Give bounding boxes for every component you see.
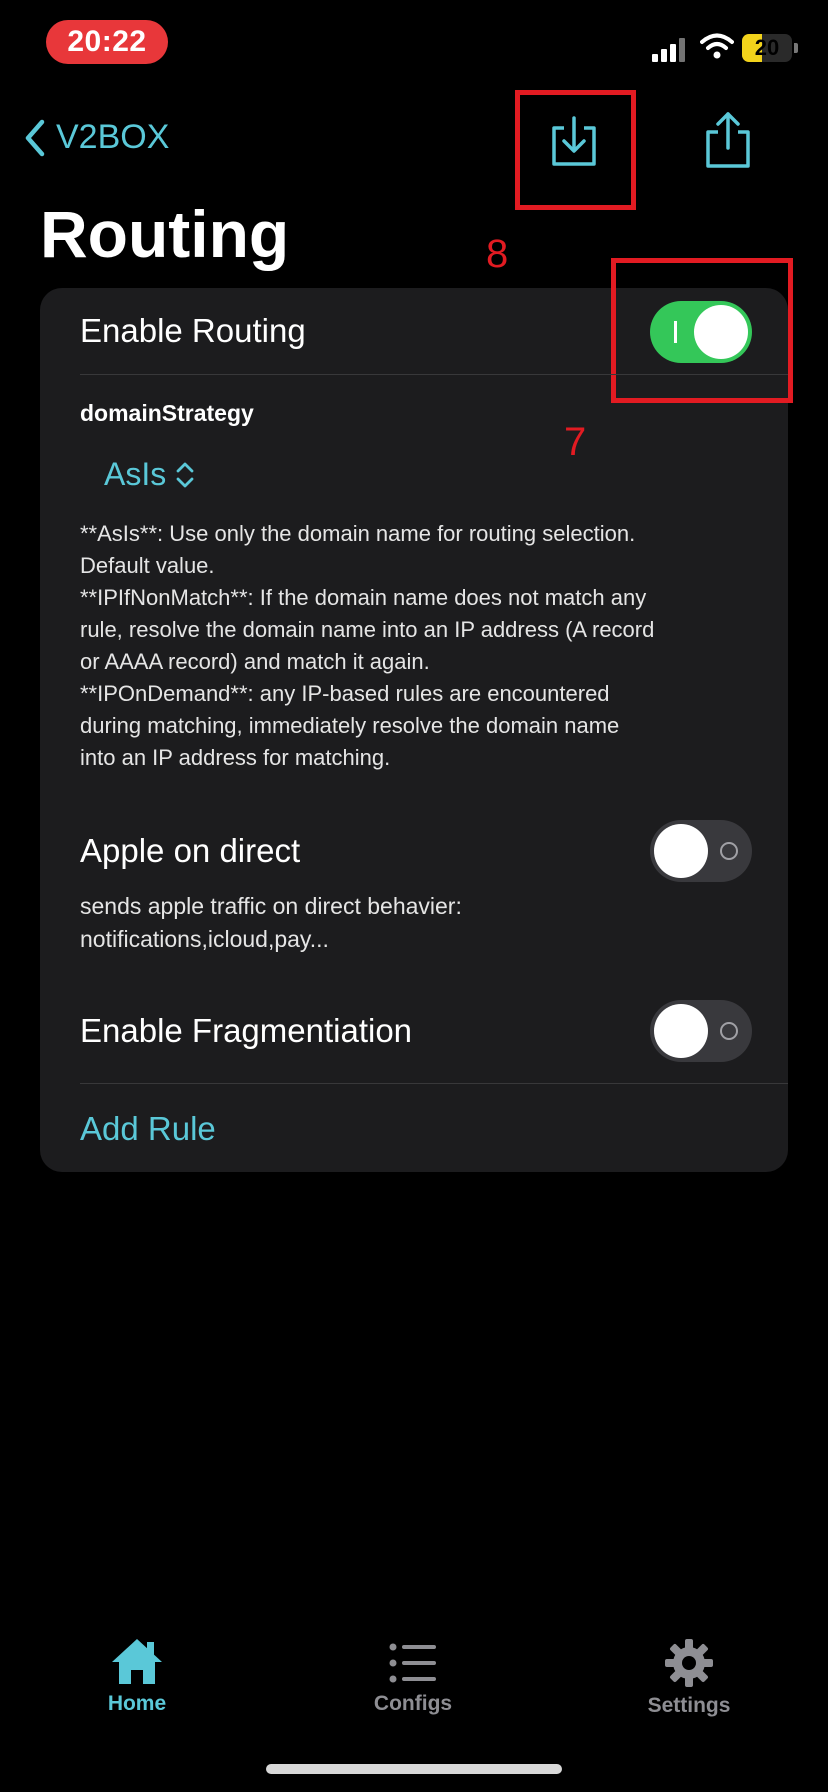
annotation-number-7: 7	[564, 420, 587, 464]
home-indicator	[266, 1764, 562, 1774]
tab-configs-label: Configs	[373, 1692, 453, 1715]
tab-home[interactable]: Home	[57, 1636, 217, 1716]
domain-strategy-picker[interactable]: AsIs	[104, 456, 196, 493]
add-rule-button[interactable]: Add Rule	[80, 1110, 216, 1148]
list-icon	[389, 1643, 436, 1683]
apple-on-direct-description: sends apple traffic on direct behavier: …	[80, 893, 462, 952]
domain-strategy-description: **AsIs**: Use only the domain name for r…	[80, 521, 655, 770]
enable-routing-label: Enable Routing	[80, 312, 306, 349]
domain-strategy-value: AsIs	[104, 456, 167, 492]
wifi-icon	[700, 33, 734, 59]
battery-nub	[794, 43, 798, 53]
toggle-highlight-box	[611, 258, 793, 403]
battery-indicator: 20	[742, 34, 792, 62]
toggle-knob	[654, 824, 708, 878]
home-icon	[112, 1639, 162, 1684]
back-label: V2BOX	[56, 118, 170, 156]
annotation-number-8: 8	[486, 232, 509, 276]
tab-configs[interactable]: Configs	[333, 1640, 493, 1716]
apple-on-direct-toggle[interactable]	[650, 820, 752, 882]
toggle-knob	[654, 1004, 708, 1058]
import-highlight-box	[515, 90, 636, 210]
status-time: 20:22	[46, 20, 168, 64]
share-icon[interactable]	[700, 110, 756, 170]
domain-strategy-label: domainStrategy	[80, 400, 254, 426]
tab-settings[interactable]: Settings	[609, 1638, 769, 1718]
cellular-signal-icon	[652, 38, 690, 62]
toggle-off-mark	[720, 1022, 738, 1040]
page-title: Routing	[40, 197, 290, 271]
row-divider	[80, 1083, 788, 1084]
apple-on-direct-label: Apple on direct	[80, 832, 301, 869]
tab-settings-label: Settings	[647, 1694, 731, 1717]
enable-fragmentation-toggle[interactable]	[650, 1000, 752, 1062]
toggle-off-mark	[720, 842, 738, 860]
back-button[interactable]: V2BOX	[24, 118, 169, 157]
battery-percent: 20	[754, 35, 780, 60]
chevron-left-icon	[25, 119, 45, 156]
chevron-up-down-icon	[176, 462, 194, 487]
tab-home-label: Home	[107, 1692, 167, 1715]
enable-fragmentation-label: Enable Fragmentiation	[80, 1012, 413, 1049]
row-divider	[80, 374, 788, 375]
gear-icon	[665, 1639, 713, 1687]
